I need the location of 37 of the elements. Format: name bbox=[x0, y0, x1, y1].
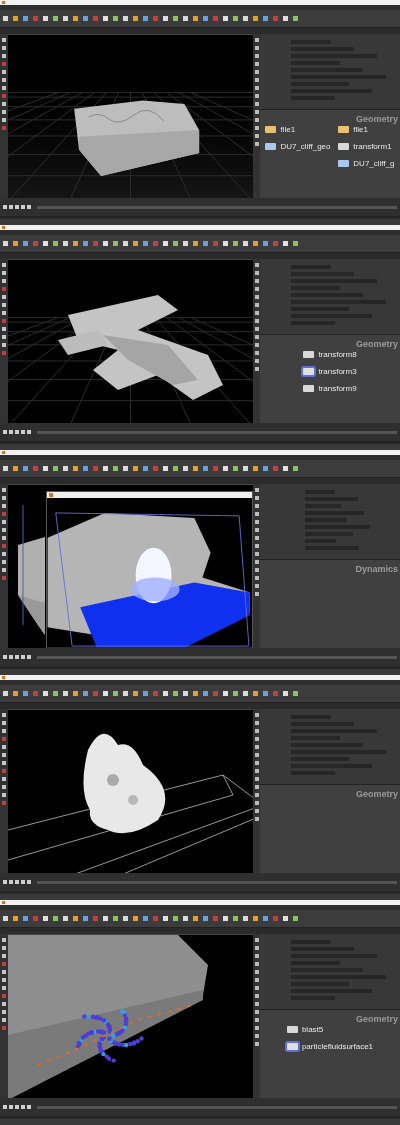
node-label: transform3 bbox=[318, 367, 357, 376]
node-label: transform8 bbox=[318, 350, 357, 359]
node-tile[interactable] bbox=[338, 160, 350, 167]
node-label: DU7_cliff_g bbox=[353, 159, 395, 168]
timeline-track[interactable] bbox=[37, 655, 397, 659]
timeline-track[interactable] bbox=[37, 430, 397, 434]
app-icon bbox=[2, 226, 5, 229]
network-context-label: Geometry bbox=[355, 338, 398, 351]
node-tile[interactable] bbox=[338, 126, 350, 133]
node-tile[interactable] bbox=[338, 143, 350, 150]
node-tile[interactable] bbox=[286, 1026, 298, 1033]
app-icon bbox=[2, 676, 5, 679]
node-label: blast5 bbox=[301, 1025, 324, 1034]
network-context-label: Dynamics bbox=[355, 563, 398, 576]
timeline-track[interactable] bbox=[37, 1105, 397, 1109]
network-context-label: Geometry bbox=[355, 1013, 398, 1026]
node-label: DU7_cliff_geo bbox=[280, 142, 331, 151]
app-icon bbox=[2, 1, 5, 4]
node-tile[interactable] bbox=[303, 351, 315, 358]
node-label: particlefluidsurface1 bbox=[301, 1042, 374, 1051]
timeline-track[interactable] bbox=[37, 205, 397, 209]
node-tile[interactable] bbox=[265, 143, 277, 150]
node-tile[interactable] bbox=[265, 126, 277, 133]
network-context-label: Geometry bbox=[355, 788, 398, 801]
node-label: file1 bbox=[280, 125, 296, 134]
node-tile[interactable] bbox=[286, 1043, 298, 1050]
node-label: file1 bbox=[353, 125, 369, 134]
app-icon bbox=[49, 493, 53, 497]
node-tile[interactable] bbox=[303, 368, 315, 375]
timeline-track[interactable] bbox=[37, 880, 397, 884]
fluid-particles-drawing bbox=[75, 1009, 144, 1063]
node-label: transform9 bbox=[318, 384, 357, 393]
node-label: transform1 bbox=[353, 142, 392, 151]
node-tile[interactable] bbox=[303, 385, 315, 392]
network-context-label: Geometry bbox=[355, 113, 398, 126]
app-icon bbox=[2, 451, 5, 454]
app-icon bbox=[2, 901, 5, 904]
